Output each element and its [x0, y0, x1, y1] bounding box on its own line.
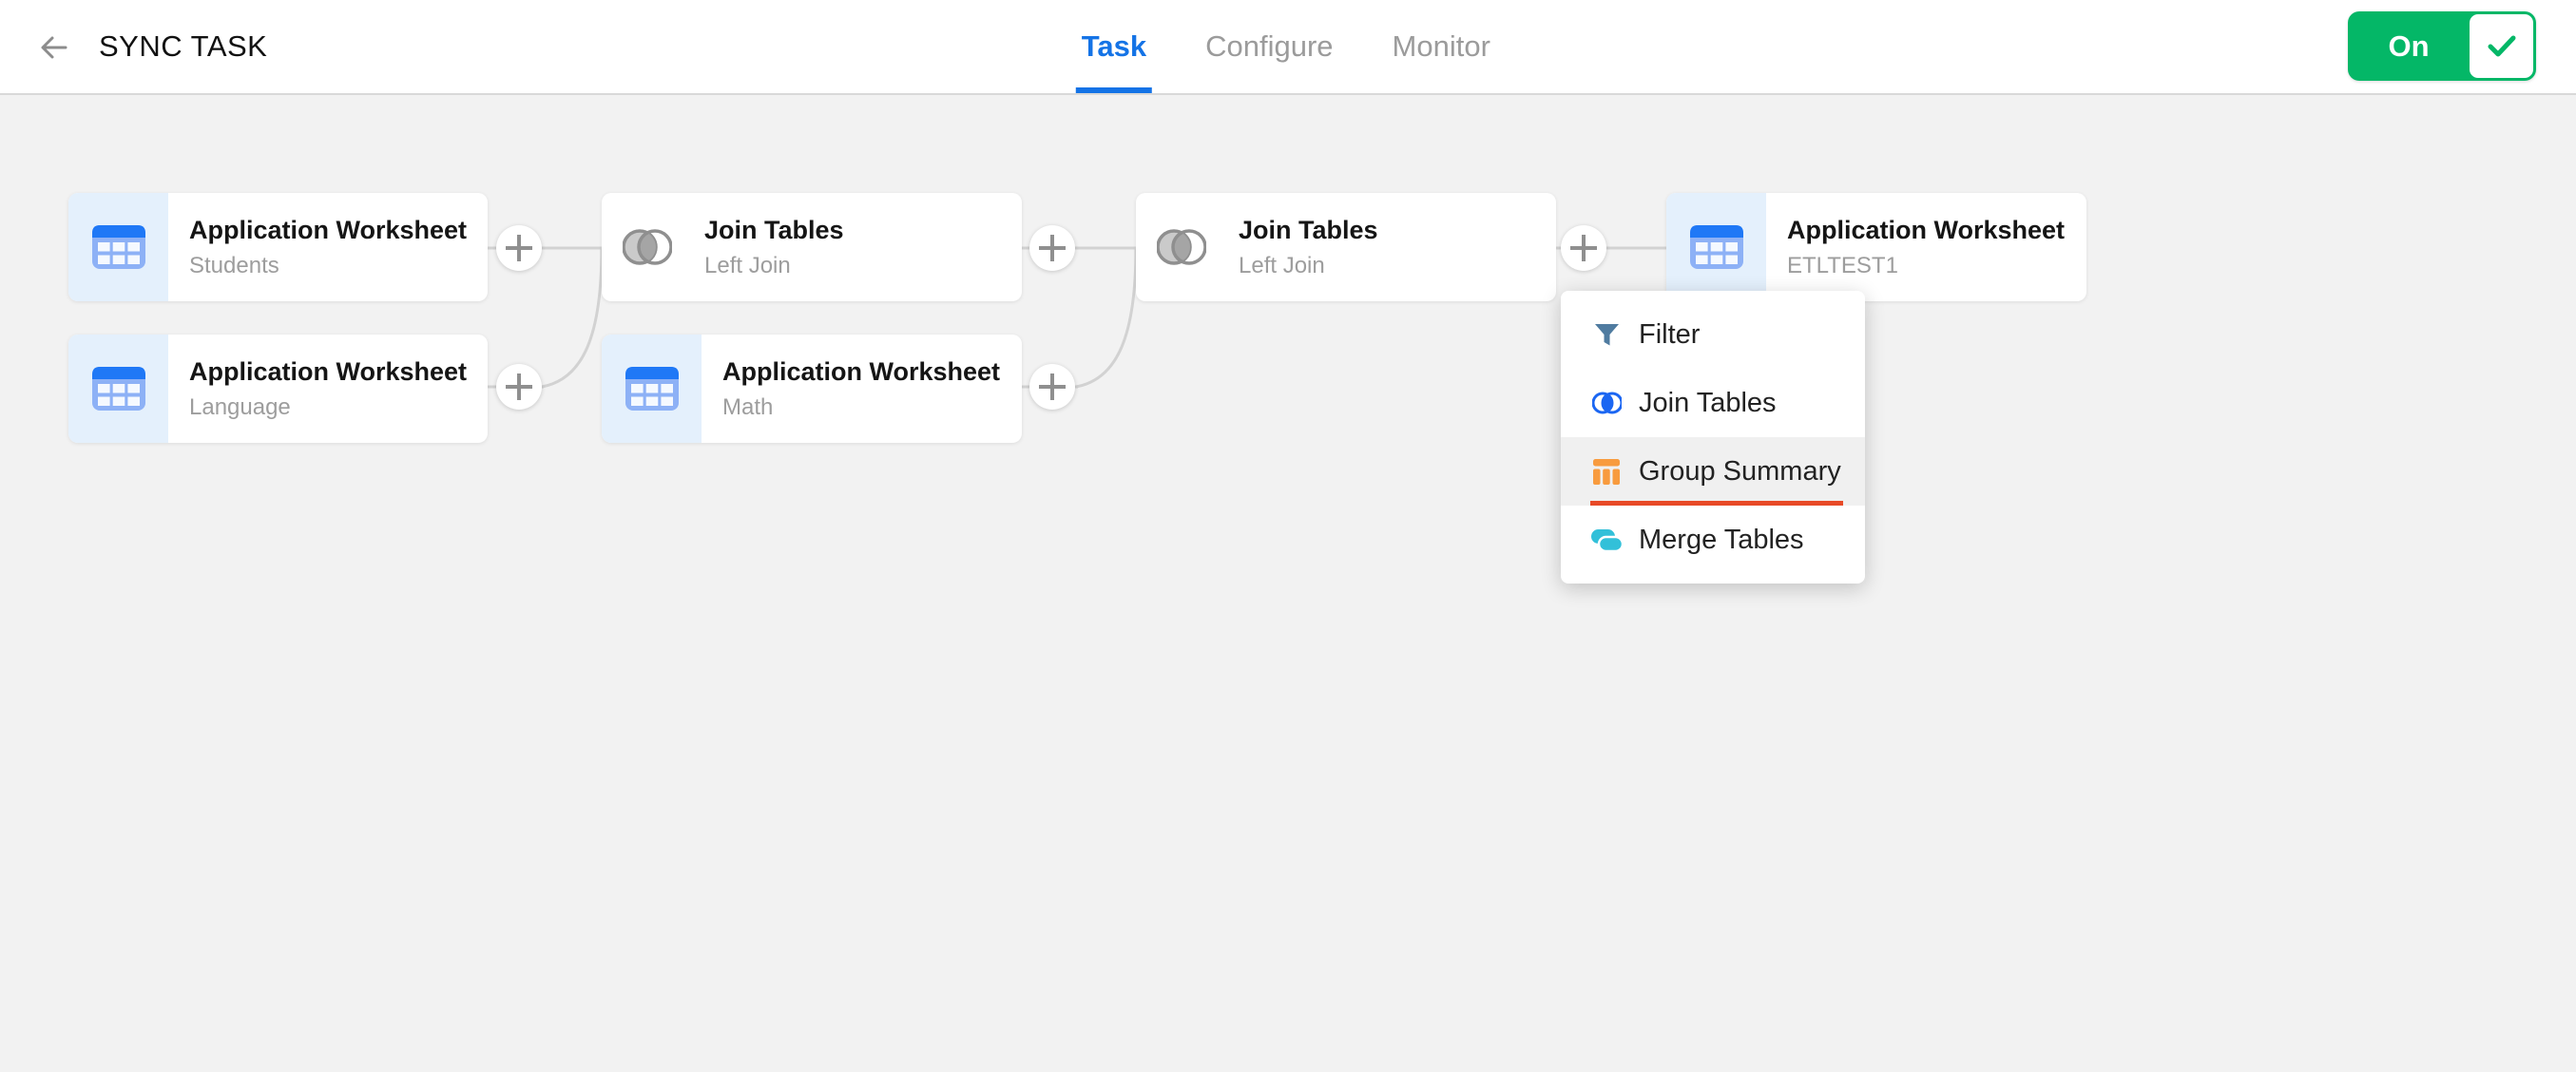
node-application-worksheet-language[interactable]: Application Worksheet Language [68, 335, 488, 443]
add-step-button-5[interactable] [1029, 364, 1075, 410]
node-join-tables-2[interactable]: Join Tables Left Join [1136, 193, 1556, 301]
tab-bar: Task Configure Monitor [1082, 0, 1490, 93]
node-title: Join Tables [704, 216, 844, 245]
node-icon-panel [602, 193, 693, 301]
node-subtitle: Left Join [704, 253, 844, 279]
node-icon-panel [1666, 193, 1766, 301]
merge-tables-icon [1590, 527, 1623, 553]
node-title: Application Worksheet [189, 216, 467, 245]
node-join-tables-1[interactable]: Join Tables Left Join [602, 193, 1022, 301]
menu-item-group-summary[interactable]: Group Summary [1561, 437, 1865, 506]
node-icon-panel [68, 335, 168, 443]
menu-item-join-tables[interactable]: Join Tables [1561, 369, 1865, 437]
menu-item-merge-tables[interactable]: Merge Tables [1561, 506, 1865, 574]
venn-icon [623, 225, 672, 269]
add-step-button-2[interactable] [1029, 225, 1075, 271]
node-icon-panel [1136, 193, 1227, 301]
node-title: Application Worksheet [189, 357, 467, 387]
add-step-button-4[interactable] [496, 364, 542, 410]
add-step-menu: Filter Join Tables Group Su [1561, 291, 1865, 584]
arrow-left-icon [37, 30, 71, 65]
table-icon [92, 225, 145, 269]
node-icon-panel [602, 335, 702, 443]
menu-item-filter[interactable]: Filter [1561, 300, 1865, 369]
node-subtitle: Students [189, 253, 467, 279]
menu-item-label: Group Summary [1639, 456, 1841, 488]
node-icon-panel [68, 193, 168, 301]
group-summary-icon [1590, 459, 1623, 485]
tab-monitor[interactable]: Monitor [1393, 0, 1490, 93]
sync-on-off-toggle[interactable]: On [2348, 11, 2536, 81]
page-title: SYNC TASK [99, 0, 267, 93]
add-step-button-1[interactable] [496, 225, 542, 271]
toggle-state-label: On [2348, 11, 2470, 81]
node-title: Application Worksheet [1787, 216, 2065, 245]
tab-configure[interactable]: Configure [1205, 0, 1333, 93]
join-tables-icon [1590, 391, 1623, 415]
table-icon [1690, 225, 1743, 269]
checkmark-icon [2488, 35, 2516, 58]
pipeline-canvas: Application Worksheet Students Join Tabl… [0, 95, 2576, 1072]
node-application-worksheet-etltest1[interactable]: Application Worksheet ETLTEST1 [1666, 193, 2086, 301]
node-application-worksheet-students[interactable]: Application Worksheet Students [68, 193, 488, 301]
table-icon [92, 367, 145, 411]
tab-task[interactable]: Task [1082, 0, 1146, 93]
node-title: Application Worksheet [722, 357, 1000, 387]
plus-icon [506, 373, 532, 400]
menu-item-label: Merge Tables [1639, 525, 1804, 556]
add-step-button-3[interactable] [1561, 225, 1606, 271]
node-subtitle: Left Join [1239, 253, 1378, 279]
toggle-check-button[interactable] [2470, 14, 2533, 78]
menu-item-label: Filter [1639, 319, 1700, 351]
plus-icon [1039, 235, 1066, 261]
venn-icon [1157, 225, 1206, 269]
table-icon [625, 367, 679, 411]
node-subtitle: ETLTEST1 [1787, 253, 2065, 279]
filter-icon [1590, 322, 1623, 348]
header: SYNC TASK Task Configure Monitor On [0, 0, 2576, 95]
node-application-worksheet-math[interactable]: Application Worksheet Math [602, 335, 1022, 443]
node-subtitle: Math [722, 394, 1000, 421]
node-subtitle: Language [189, 394, 467, 421]
menu-item-label: Join Tables [1639, 388, 1777, 419]
plus-icon [506, 235, 532, 261]
back-button[interactable] [36, 29, 72, 66]
plus-icon [1039, 373, 1066, 400]
plus-icon [1570, 235, 1597, 261]
node-title: Join Tables [1239, 216, 1378, 245]
